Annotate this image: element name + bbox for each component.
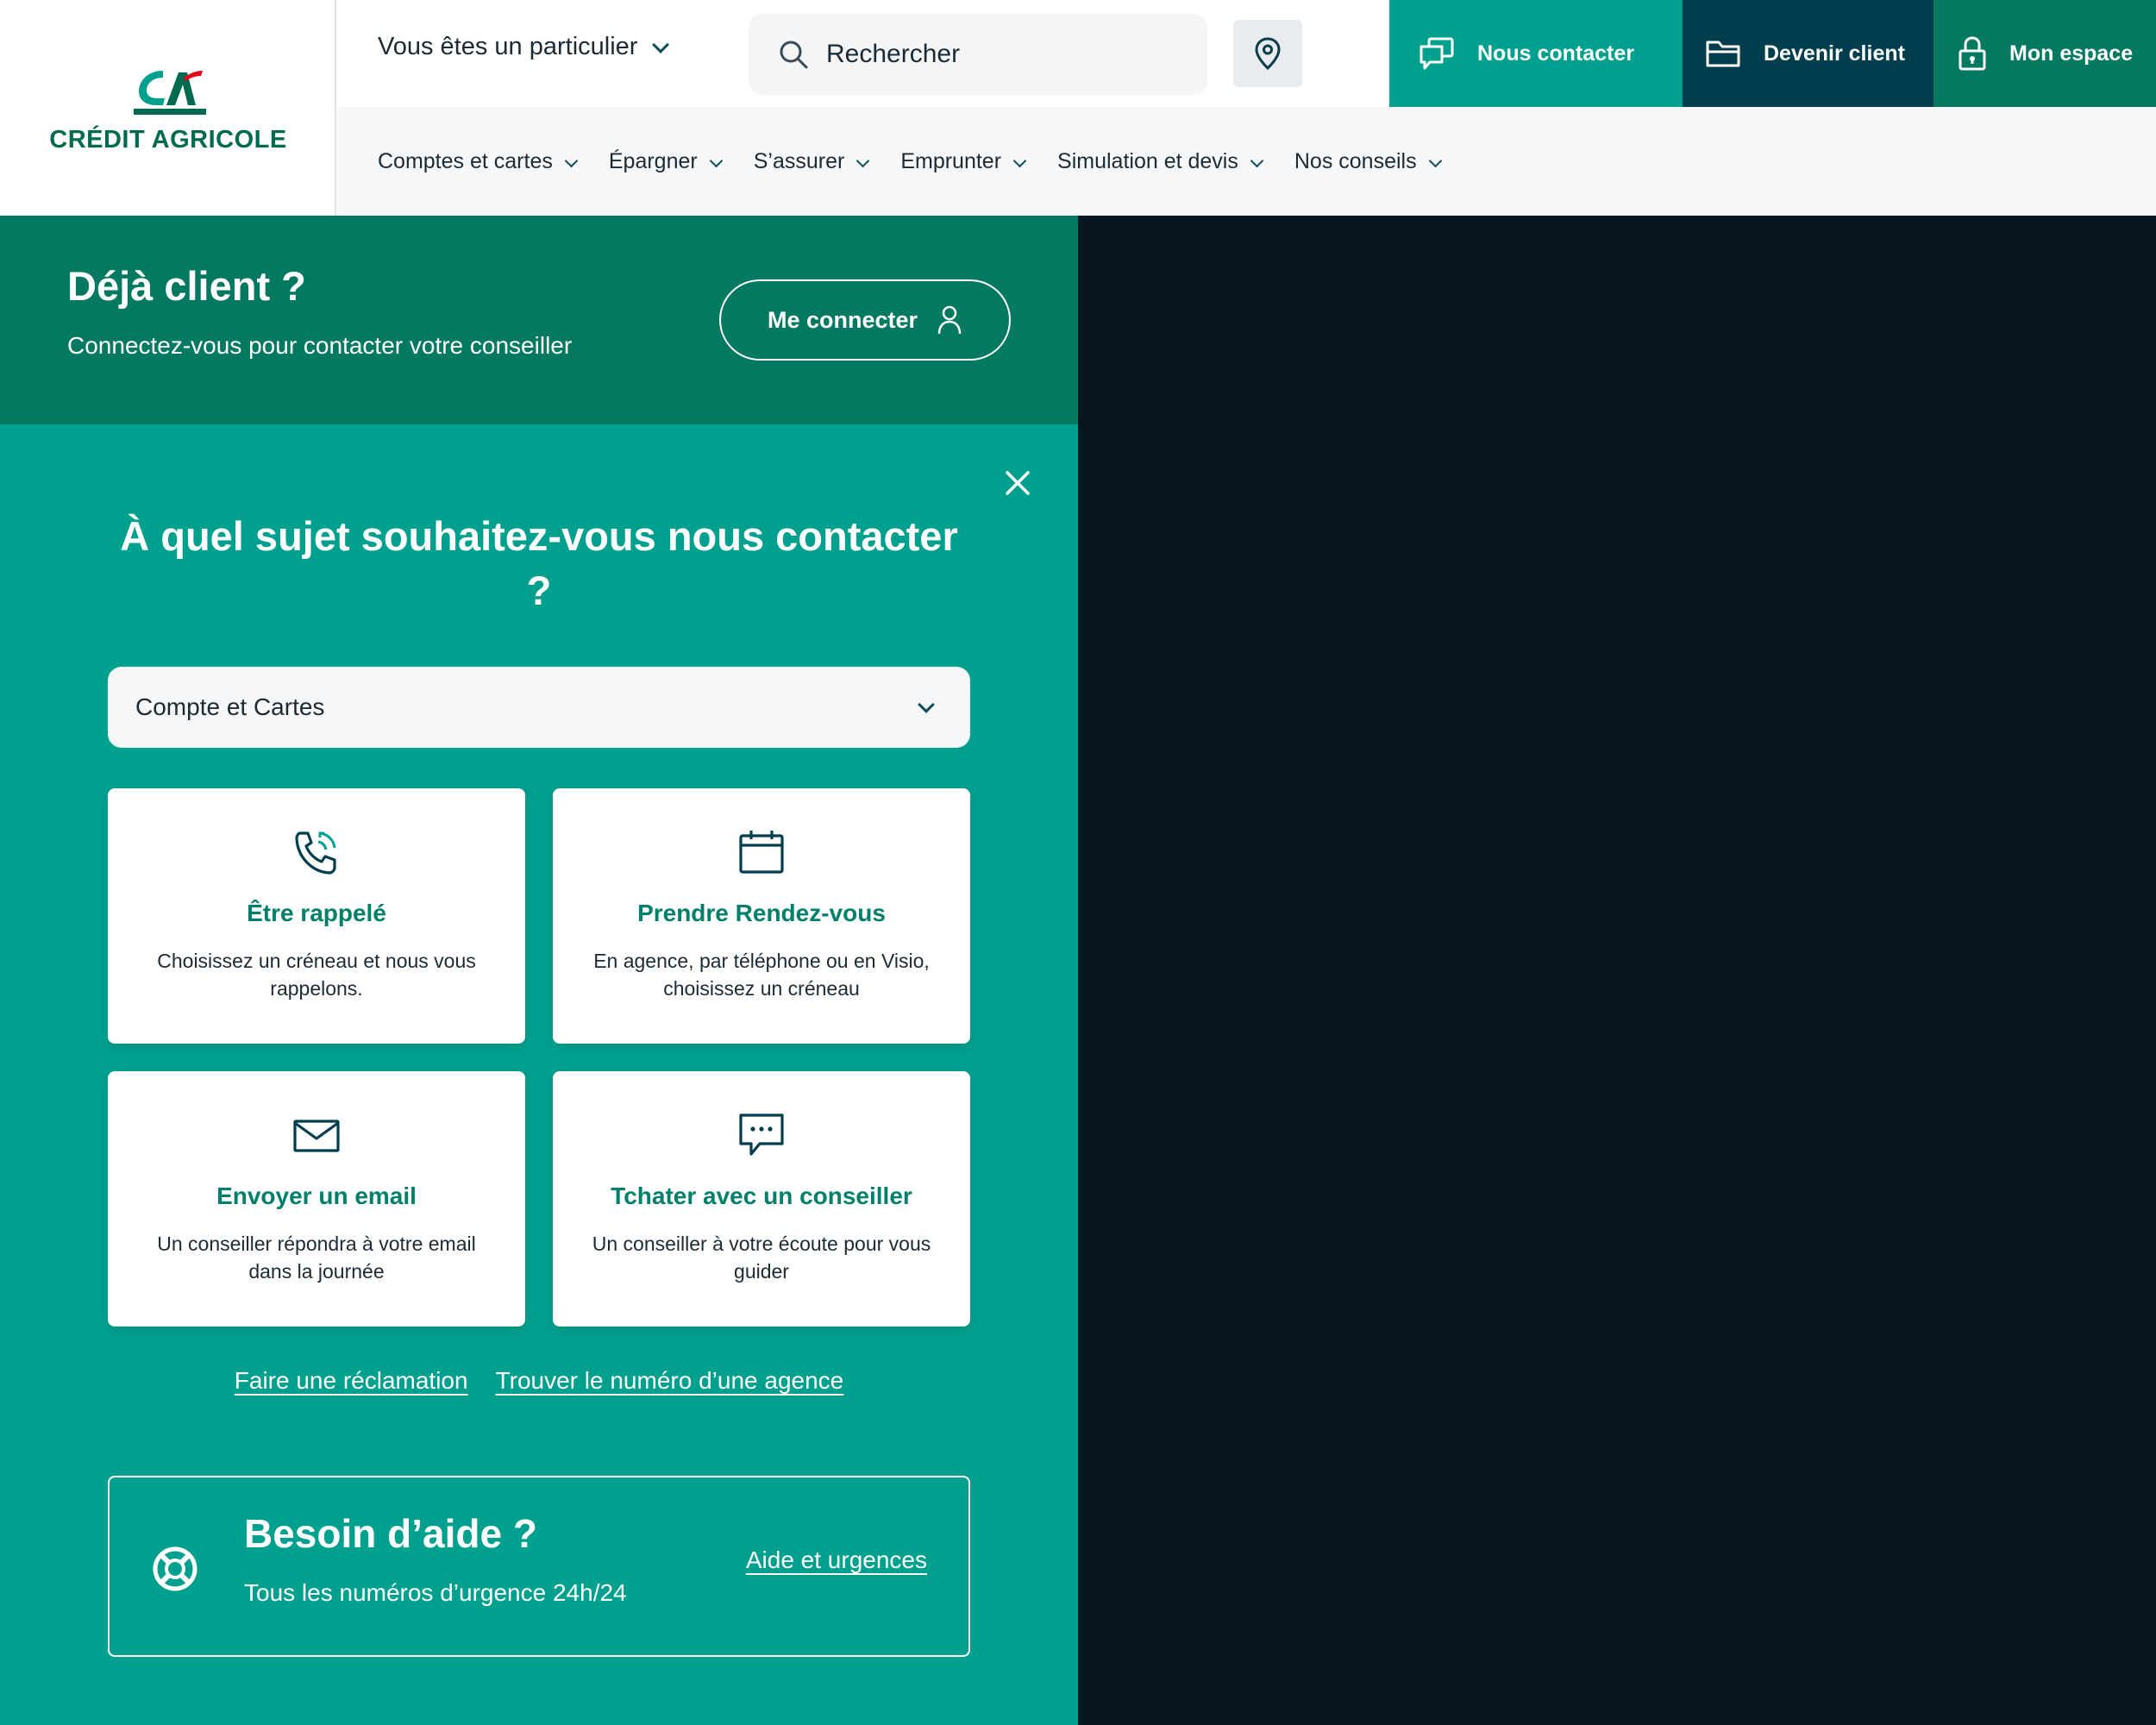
folder-icon	[1706, 41, 1740, 67]
chevron-down-icon	[564, 154, 579, 167]
login-title: Déjà client ?	[67, 263, 306, 309]
appointment-title: Prendre Rendez-vous	[637, 900, 886, 926]
nav-item-nos-conseils[interactable]: Nos conseils	[1294, 149, 1442, 174]
help-urgences-link[interactable]: Aide et urgences	[746, 1546, 927, 1574]
callback-title: Être rappelé	[247, 900, 386, 926]
secondary-links: Faire une réclamation Trouver le numéro …	[0, 1367, 1078, 1395]
complaint-link[interactable]: Faire une réclamation	[235, 1367, 468, 1395]
chevron-down-icon	[856, 154, 870, 167]
chevron-down-icon	[709, 154, 723, 167]
lifebuoy-icon	[153, 1546, 197, 1591]
become-client-button[interactable]: Devenir client	[1683, 0, 1934, 107]
topic-selected-value: Compte et Cartes	[135, 693, 325, 720]
callback-card[interactable]: Être rappelé Choisissez un créneau et no…	[108, 788, 525, 1044]
chat-card[interactable]: Tchater avec un conseiller Un conseiller…	[553, 1071, 970, 1327]
chevron-down-icon	[1250, 154, 1264, 167]
phone-callback-icon	[295, 831, 336, 875]
callback-description: Choisissez un créneau et nous vous rappe…	[157, 950, 476, 1000]
login-button-label: Me connecter	[767, 306, 918, 333]
search-box[interactable]	[749, 14, 1207, 95]
persona-label: Vous êtes un particulier	[378, 33, 638, 60]
contact-question: À quel sujet souhaitez-vous nous contact…	[120, 513, 958, 613]
topic-select[interactable]: Compte et Cartes	[108, 667, 970, 748]
speech-bubbles-icon	[1420, 37, 1454, 70]
email-description: Un conseiller répondra à votre email dan…	[157, 1233, 476, 1283]
login-subtitle: Connectez-vous pour contacter votre cons…	[67, 332, 573, 359]
map-pin-icon	[1255, 37, 1281, 70]
close-icon[interactable]	[1002, 467, 1033, 499]
credit-agricole-logo-icon	[134, 71, 206, 115]
become-client-label: Devenir client	[1764, 41, 1905, 66]
chevron-down-icon	[918, 696, 935, 713]
email-card[interactable]: Envoyer un email Un conseiller répondra …	[108, 1071, 525, 1327]
search-icon	[780, 41, 808, 69]
nav-item-comptes-cartes[interactable]: Comptes et cartes	[378, 149, 579, 174]
appointment-card[interactable]: Prendre Rendez-vous En agence, par télép…	[553, 788, 970, 1044]
envelope-icon	[293, 1120, 340, 1152]
appointment-description: En agence, par téléphone ou en Visio, ch…	[593, 950, 930, 1000]
help-box: Besoin d’aide ? Tous les numéros d’urgen…	[108, 1476, 970, 1657]
persona-dropdown[interactable]: Vous êtes un particulier	[378, 33, 670, 61]
help-subtitle: Tous les numéros d’urgence 24h/24	[244, 1579, 627, 1606]
help-title: Besoin d’aide ?	[244, 1511, 537, 1556]
brand-logo[interactable]: CRÉDIT AGRICOLE	[0, 0, 336, 216]
contact-panel: Déjà client ? Connectez-vous pour contac…	[0, 216, 1078, 1725]
nav-item-epargner[interactable]: Épargner	[609, 149, 723, 174]
nav-item-sassurer[interactable]: S’assurer	[754, 149, 870, 174]
site-header: CRÉDIT AGRICOLE Vous êtes un particulier…	[0, 0, 2156, 216]
agency-locator-button[interactable]	[1233, 20, 1302, 87]
login-button[interactable]: Me connecter	[719, 279, 1011, 361]
email-title: Envoyer un email	[216, 1182, 417, 1209]
brand-name: CRÉDIT AGRICOLE	[49, 126, 287, 154]
login-banner: Déjà client ? Connectez-vous pour contac…	[0, 216, 1078, 424]
calendar-icon	[739, 831, 784, 874]
lock-icon	[1959, 36, 1986, 71]
chat-description: Un conseiller à votre écoute pour vous g…	[592, 1233, 931, 1283]
agency-number-link[interactable]: Trouver le numéro d’une agence	[496, 1367, 844, 1395]
nav-item-emprunter[interactable]: Emprunter	[900, 149, 1027, 174]
nav-item-simulation-devis[interactable]: Simulation et devis	[1057, 149, 1264, 174]
main-nav: Comptes et cartes Épargner S’assurer Emp…	[337, 107, 2156, 216]
search-input[interactable]	[824, 39, 1187, 70]
my-space-button[interactable]: Mon espace	[1934, 0, 2156, 107]
contact-us-button[interactable]: Nous contacter	[1389, 0, 1683, 107]
contact-us-label: Nous contacter	[1477, 41, 1634, 66]
chevron-down-icon	[652, 35, 670, 53]
chevron-down-icon	[1428, 154, 1442, 167]
chevron-down-icon	[1012, 154, 1027, 167]
chat-title: Tchater avec un conseiller	[611, 1182, 912, 1209]
chat-bubble-icon	[739, 1113, 784, 1156]
user-icon	[937, 305, 962, 335]
my-space-label: Mon espace	[2009, 41, 2134, 66]
